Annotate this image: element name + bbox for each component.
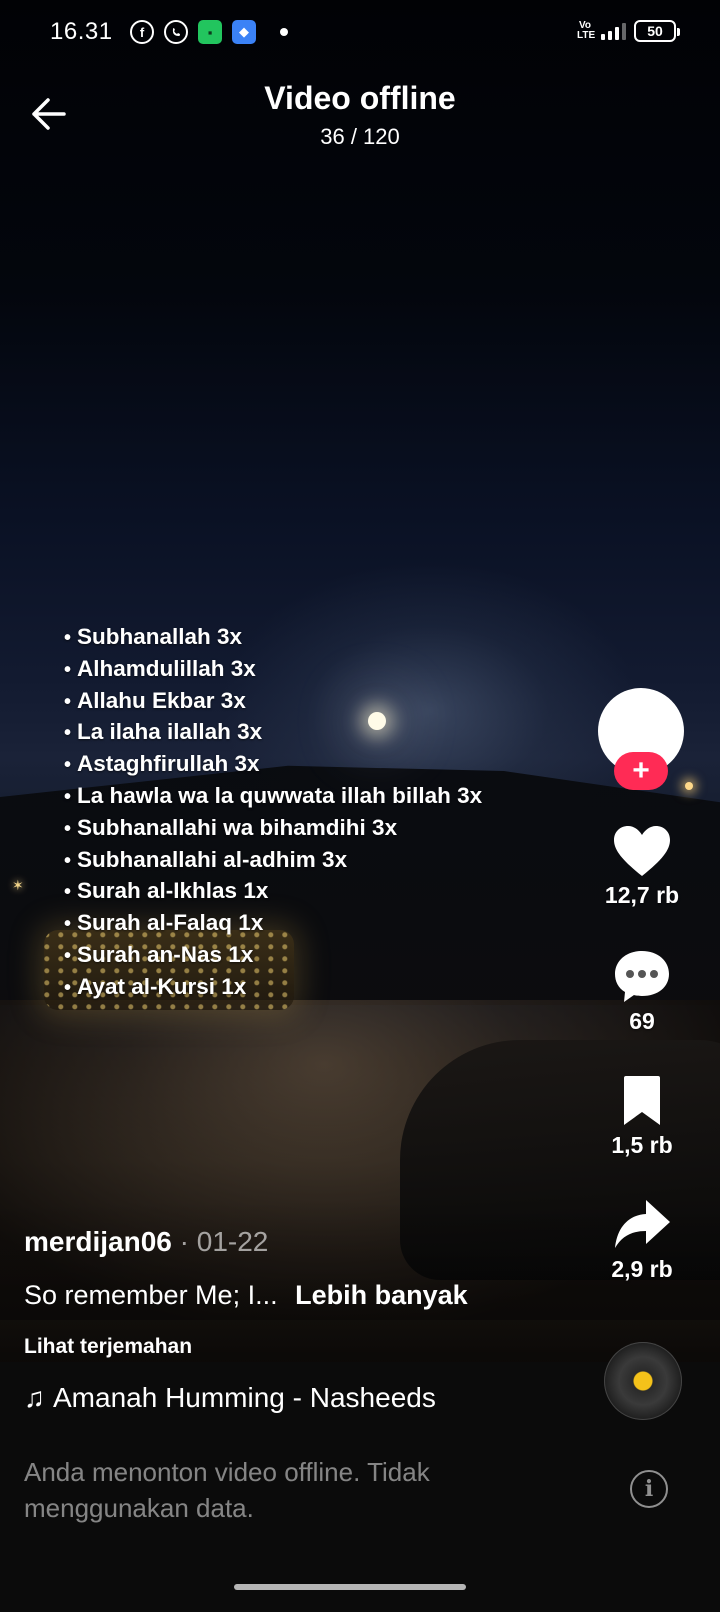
blue-app-icon: ◆ bbox=[232, 20, 256, 44]
overlay-line: Subhanallah 3x bbox=[64, 622, 482, 654]
star-light-decoration: ✶ bbox=[12, 877, 24, 893]
overlay-line: Surah al-Ikhlas 1x bbox=[64, 876, 482, 908]
whatsapp-icon bbox=[164, 20, 188, 44]
overlay-line: Astaghfirullah 3x bbox=[64, 749, 482, 781]
author-name[interactable]: merdijan06 bbox=[24, 1226, 172, 1257]
see-more-link[interactable]: Lebih banyak bbox=[295, 1280, 468, 1310]
music-note-icon: ♫ bbox=[24, 1382, 45, 1413]
status-time: 16.31 bbox=[50, 18, 113, 45]
comment-button[interactable]: 69 bbox=[596, 948, 688, 1035]
overlay-line: Surah an-Nas 1x bbox=[64, 940, 482, 972]
overlay-line: Subhanallahi al-adhim 3x bbox=[64, 845, 482, 877]
music-disc-icon[interactable] bbox=[604, 1342, 682, 1420]
back-button[interactable] bbox=[26, 92, 70, 136]
post-date: · 01-22 bbox=[171, 1226, 269, 1257]
music-title: Amanah Humming - Nasheeds bbox=[53, 1382, 436, 1413]
video-description: So remember Me; I... Lebih banyak bbox=[24, 1280, 468, 1311]
info-icon[interactable]: i bbox=[630, 1470, 668, 1508]
overlay-line: Subhanallahi wa bihamdihi 3x bbox=[64, 813, 482, 845]
save-count: 1,5 rb bbox=[611, 1132, 673, 1158]
like-button[interactable]: 12,7 rb bbox=[596, 824, 688, 909]
home-indicator[interactable] bbox=[234, 1584, 466, 1590]
overlay-line: Surah al-Falaq 1x bbox=[64, 908, 482, 940]
overlay-line: La ilaha ilallah 3x bbox=[64, 717, 482, 749]
video-counter: 36 / 120 bbox=[320, 124, 400, 149]
green-app-icon: ▪ bbox=[198, 20, 222, 44]
overlay-line: La hawla wa la quwwata illah billah 3x bbox=[64, 781, 482, 813]
see-translation-link[interactable]: Lihat terjemahan bbox=[24, 1335, 192, 1359]
heart-icon bbox=[614, 826, 670, 876]
save-button[interactable]: 1,5 rb bbox=[596, 1074, 688, 1159]
music-link[interactable]: ♫ Amanah Humming - Nasheeds bbox=[24, 1382, 436, 1414]
share-count: 2,9 rb bbox=[611, 1256, 673, 1282]
offline-notice: Anda menonton video offline. Tidak mengg… bbox=[24, 1457, 430, 1523]
comment-icon bbox=[615, 951, 669, 1002]
overlay-line: Alhamdulillah 3x bbox=[64, 654, 482, 686]
overlay-line: Allahu Ekbar 3x bbox=[64, 686, 482, 718]
bookmark-icon bbox=[624, 1076, 660, 1125]
notification-icons: f ▪ ◆ bbox=[130, 20, 288, 44]
volte-label: Vo LTE bbox=[577, 20, 596, 41]
share-button[interactable]: 2,9 rb bbox=[596, 1198, 688, 1283]
follow-button[interactable]: + bbox=[614, 752, 668, 790]
share-arrow-icon bbox=[615, 1200, 670, 1248]
facebook-icon: f bbox=[130, 20, 154, 44]
arrow-left-icon bbox=[32, 98, 66, 130]
video-text-overlay: Subhanallah 3x Alhamdulillah 3x Allahu E… bbox=[64, 622, 482, 1004]
page-title: Video offline bbox=[264, 80, 456, 116]
like-count: 12,7 rb bbox=[604, 882, 680, 908]
description-text: So remember Me; I... bbox=[24, 1280, 278, 1310]
overlay-line: Ayat al-Kursi 1x bbox=[64, 972, 482, 1004]
more-notifications-dot bbox=[280, 28, 288, 36]
author-line: merdijan06 · 01-22 bbox=[24, 1226, 268, 1258]
comment-count: 69 bbox=[629, 1008, 655, 1034]
